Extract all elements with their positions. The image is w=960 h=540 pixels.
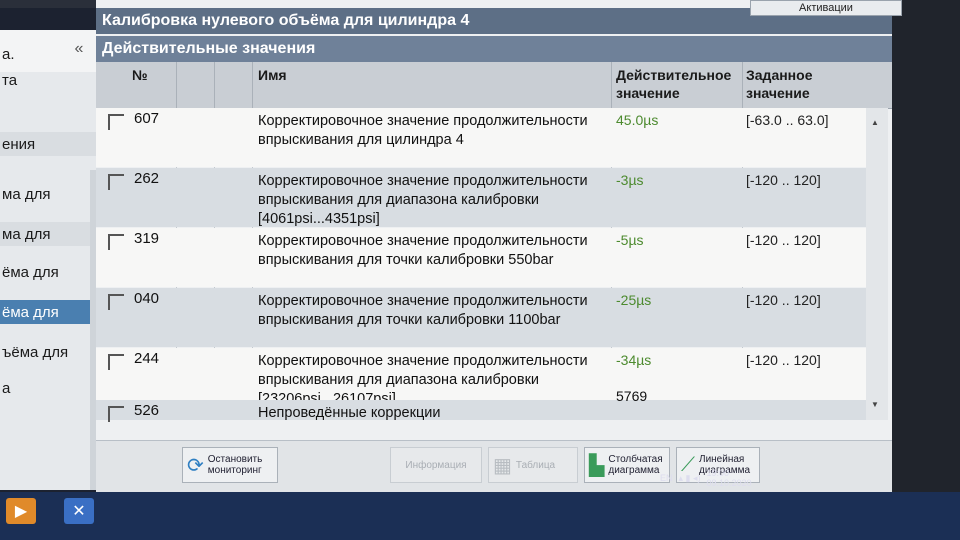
media-player-icon[interactable]: ▶ — [6, 498, 36, 524]
row-name: Корректировочное значение продолжительно… — [258, 233, 588, 268]
row-actual-value: -34µs — [616, 352, 652, 368]
table-scrollbar[interactable]: ▲ ▼ — [866, 108, 888, 420]
row-actual-value: -5µs — [616, 232, 644, 248]
table-header: № Имя Действительное значение Заданное з… — [96, 62, 892, 109]
column-divider — [611, 62, 612, 108]
row-name: Непроведённые коррекции — [258, 405, 441, 421]
row-name: Корректировочное значение продолжительно… — [258, 113, 588, 148]
sidebar-item[interactable]: ъёма для — [0, 340, 96, 364]
taskbar: ▶ ✕ — [0, 492, 960, 540]
column-divider — [214, 62, 215, 108]
values-table: 607 Корректировочное значение продолжите… — [96, 108, 866, 422]
row-name: Корректировочное значение продолжительно… — [258, 173, 588, 227]
clock[interactable]: 19:00 09.10.2020 — [707, 468, 752, 488]
table-button[interactable]: ▦ Таблица — [488, 447, 578, 483]
table-row[interactable]: 319 Корректировочное значение продолжите… — [96, 228, 866, 287]
row-target-value: [-63.0 .. 63.0] — [746, 112, 829, 128]
column-header-name[interactable]: Имя — [258, 66, 287, 84]
table-row[interactable]: 526 Непроведённые коррекции 5769 — [96, 388, 866, 422]
table-row[interactable]: 244 Корректировочное значение продолжите… — [96, 348, 866, 407]
stop-monitoring-label: Остановить мониторинг — [207, 454, 263, 476]
sidebar-item[interactable]: ма для — [0, 222, 96, 246]
stop-monitoring-button[interactable]: ⟳ Остановить мониторинг — [182, 447, 278, 483]
row-actual-value: -3µs — [616, 172, 644, 188]
row-checkbox[interactable] — [108, 406, 124, 422]
tray-icons[interactable]: ▴ ▮ ◂) — [679, 473, 701, 484]
row-checkbox[interactable] — [108, 174, 124, 190]
column-divider — [252, 62, 253, 108]
row-checkbox[interactable] — [108, 354, 124, 370]
row-number: 526 — [134, 402, 160, 419]
screen-bezel-right — [892, 0, 960, 540]
row-number: 319 — [134, 230, 160, 247]
table-row[interactable]: 607 Корректировочное значение продолжите… — [96, 108, 866, 167]
row-target-value: [-120 .. 120] — [746, 352, 821, 368]
table-label: Таблица — [515, 459, 556, 471]
sidebar-item[interactable]: ёма для — [0, 260, 96, 284]
system-tray: EN ▴ ▮ ◂) 19:00 09.10.2020 — [660, 466, 800, 490]
bar-chart-button[interactable]: ▙ Столбчатая диаграмма — [584, 447, 670, 483]
bar-chart-icon: ▙ — [589, 454, 605, 477]
row-number: 244 — [134, 350, 160, 367]
table-icon: ▦ — [493, 454, 512, 477]
bar-chart-label: Столбчатая диаграмма — [608, 454, 663, 476]
row-actual-value: 45.0µs — [616, 112, 659, 128]
sidebar-item[interactable]: та — [0, 68, 96, 92]
row-name: Корректировочное значение продолжительно… — [258, 293, 588, 328]
info-button[interactable]: Информация — [390, 447, 482, 483]
table-row[interactable]: 040 Корректировочное значение продолжите… — [96, 288, 866, 347]
sidebar-item[interactable]: а — [0, 376, 96, 400]
row-actual-value: 5769 — [616, 388, 648, 404]
section-title: Действительные значения — [96, 36, 892, 62]
left-sidebar: « а. та ения ма для ма для ёма для ёма д… — [0, 30, 97, 490]
main-window: Калибровка нулевого объёма для цилиндра … — [96, 0, 892, 493]
row-target-value: [-120 .. 120] — [746, 232, 821, 248]
row-checkbox[interactable] — [108, 294, 124, 310]
row-target-value: [-120 .. 120] — [746, 292, 821, 308]
column-header-actual[interactable]: Действительное значение — [616, 66, 742, 102]
table-row[interactable]: 262 Корректировочное значение продолжите… — [96, 168, 866, 227]
column-header-num[interactable]: № — [132, 66, 148, 84]
refresh-icon: ⟳ — [187, 454, 204, 477]
row-actual-value: -25µs — [616, 292, 652, 308]
app-x-icon[interactable]: ✕ — [64, 498, 94, 524]
column-header-target[interactable]: Заданное значение — [746, 66, 856, 102]
column-divider — [176, 62, 177, 108]
language-indicator[interactable]: EN — [660, 473, 673, 483]
sidebar-item-active[interactable]: ёма для — [0, 300, 96, 324]
activate-button[interactable]: Активации — [750, 0, 902, 16]
scroll-down-icon[interactable]: ▼ — [871, 400, 879, 409]
sidebar-item[interactable]: ма для — [0, 182, 96, 206]
sidebar-item[interactable]: а. — [0, 42, 96, 66]
row-checkbox[interactable] — [108, 234, 124, 250]
clock-date: 09.10.2020 — [706, 478, 752, 488]
row-target-value: [-120 .. 120] — [746, 172, 821, 188]
sidebar-item[interactable]: ения — [0, 132, 96, 156]
scroll-up-icon[interactable]: ▲ — [871, 118, 879, 127]
clock-time: 19:00 — [706, 468, 730, 478]
row-number: 262 — [134, 170, 160, 187]
row-checkbox[interactable] — [108, 114, 124, 130]
column-divider — [742, 62, 743, 108]
info-label: Информация — [405, 459, 467, 471]
row-number: 040 — [134, 290, 160, 307]
row-number: 607 — [134, 110, 160, 127]
